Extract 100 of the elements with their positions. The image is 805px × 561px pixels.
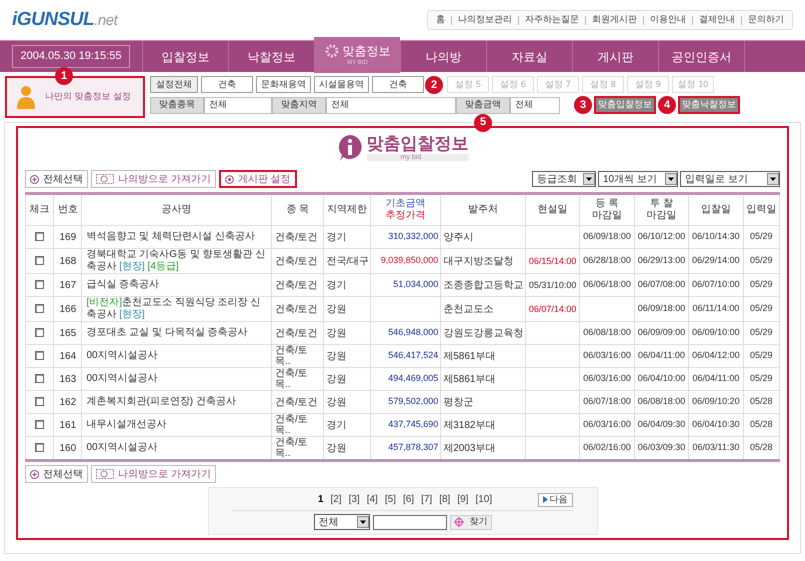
table-cell: 강원 bbox=[324, 296, 370, 322]
page-size-select[interactable]: 10개씩 보기 bbox=[598, 171, 678, 187]
amount-cell: 546,417,524 bbox=[370, 344, 441, 368]
datetime-display: 2004.05.30 19:15:55 bbox=[12, 45, 130, 68]
play-icon bbox=[542, 496, 548, 503]
site-logo[interactable]: iGUNSUL.net bbox=[12, 6, 118, 34]
filter-value-field[interactable]: 전체 bbox=[510, 96, 560, 114]
row-checkbox[interactable] bbox=[35, 420, 44, 430]
column-header: 발주처 bbox=[440, 194, 526, 226]
filter-label: 맞춤종목 bbox=[150, 96, 204, 114]
nav-tab[interactable]: 공인인증서 bbox=[658, 41, 744, 72]
nav-tab[interactable]: 나의방 bbox=[400, 41, 486, 72]
amount-cell: 310,332,000 bbox=[370, 226, 441, 248]
table-cell: 06/07/18:00 bbox=[580, 390, 634, 414]
grade-select[interactable]: 등급조회 bbox=[532, 171, 596, 187]
top-link[interactable]: 자주하는질문 bbox=[525, 13, 579, 27]
nav-tab[interactable]: 게시판 bbox=[572, 41, 658, 72]
view-button[interactable]: 맞춤낙찰정보 bbox=[678, 96, 740, 114]
table-cell: 06/08/18:00 bbox=[634, 390, 689, 414]
page-link[interactable]: [7] bbox=[421, 492, 432, 507]
project-name-link[interactable]: 00지역시설공사 bbox=[82, 344, 272, 368]
project-name-link[interactable]: 벽석음향고 및 체력단련시설 신축공사 bbox=[82, 226, 272, 248]
toolbar-button[interactable]: 게시판 설정 bbox=[218, 170, 297, 188]
search-scope-select[interactable]: 전체 bbox=[314, 514, 370, 530]
toolbar-button[interactable]: 나의방으로 가져가기 bbox=[91, 465, 216, 483]
setting-slot[interactable]: 문화재용역 bbox=[256, 76, 311, 93]
table-cell: 전국/대구 bbox=[324, 248, 370, 274]
filter-value-field[interactable]: 전체 bbox=[326, 96, 456, 114]
top-link[interactable]: 홈 bbox=[436, 13, 445, 27]
top-link[interactable]: 결제안내 bbox=[699, 13, 735, 27]
column-header: 기초금액 추정가격 bbox=[370, 194, 441, 226]
page-link[interactable]: [9] bbox=[457, 492, 468, 507]
filter-label: 맞춤지역 bbox=[272, 96, 326, 114]
row-checkbox[interactable] bbox=[35, 304, 44, 314]
project-name-link[interactable]: 경포대초 교실 및 다목적실 증축공사 bbox=[82, 322, 272, 344]
row-checkbox[interactable] bbox=[35, 443, 44, 452]
project-name-link[interactable]: [비전자]춘천교도소 직원식당 조리장 신축공사 [현장] bbox=[82, 296, 272, 322]
row-checkbox[interactable] bbox=[35, 374, 44, 384]
setting-slot[interactable]: 건축 bbox=[201, 76, 253, 93]
setting-slot[interactable]: 설정전체 bbox=[150, 76, 198, 93]
person-icon bbox=[15, 84, 37, 110]
search-field[interactable] bbox=[372, 514, 446, 530]
toolbar-button[interactable]: 나의방으로 가져가기 bbox=[91, 170, 216, 188]
page-link[interactable]: [2] bbox=[330, 492, 342, 507]
row-checkbox[interactable] bbox=[35, 328, 44, 338]
crosshair-icon bbox=[454, 517, 464, 527]
row-checkbox[interactable] bbox=[35, 232, 44, 242]
page-link[interactable]: [5] bbox=[384, 492, 396, 507]
toolbar-button[interactable]: 전체선택 bbox=[25, 465, 88, 483]
search-button[interactable]: 찾기 bbox=[450, 514, 492, 530]
table-cell: 05/28 bbox=[743, 390, 780, 414]
top-link[interactable]: 나의정보관리 bbox=[458, 13, 512, 27]
next-page-button[interactable]: 다음 bbox=[538, 492, 572, 506]
top-link[interactable]: 회원게시판 bbox=[592, 13, 637, 27]
table-cell: 05/29 bbox=[743, 248, 780, 274]
row-checkbox[interactable] bbox=[35, 256, 44, 266]
project-name-link[interactable]: 급식실 증축공사 bbox=[82, 274, 272, 296]
table-cell: 제3182부대 bbox=[440, 414, 526, 436]
site-visit-date: 05/31/10:00 bbox=[528, 280, 576, 290]
table-cell: 06/06/18:00 bbox=[580, 274, 634, 296]
table-cell: 06/07/10:00 bbox=[688, 274, 744, 296]
setting-slot[interactable]: 건축 bbox=[372, 76, 424, 93]
nav-tab[interactable]: 입찰정보 bbox=[142, 41, 228, 72]
amount-cell: 546,948,000 bbox=[370, 322, 441, 344]
page-link[interactable]: [4] bbox=[366, 492, 378, 507]
row-checkbox[interactable] bbox=[35, 351, 44, 360]
sort-select[interactable]: 입력일로 보기 bbox=[680, 171, 780, 187]
view-button[interactable]: 맞춤입찰정보 bbox=[594, 96, 656, 114]
setting-slot[interactable]: 시설물용역 bbox=[314, 76, 369, 93]
nav-tab[interactable]: 자료실 bbox=[486, 41, 572, 72]
filter-value-field[interactable]: 전체 bbox=[204, 96, 272, 114]
table-cell: 제2003부대 bbox=[440, 436, 526, 460]
table-cell: 제5861부대 bbox=[440, 368, 526, 390]
row-checkbox[interactable] bbox=[35, 397, 44, 406]
callout-number: 5 bbox=[474, 114, 492, 132]
page-link[interactable]: [8] bbox=[439, 492, 450, 507]
table-cell: 06/29/14:00 bbox=[688, 248, 744, 274]
project-name-link[interactable]: 내무시설개선공사 bbox=[82, 414, 272, 436]
table-cell: 건축/토건 bbox=[271, 226, 324, 248]
table-cell: 06/04/11:00 bbox=[688, 368, 744, 390]
top-link[interactable]: 이용안내 bbox=[650, 13, 686, 27]
table-cell: 05/29 bbox=[743, 296, 780, 322]
table-cell: 강원 bbox=[324, 322, 370, 344]
page-link[interactable]: [10] bbox=[475, 492, 492, 507]
project-name-link[interactable]: 00지역시설공사 bbox=[82, 368, 272, 390]
table-cell: 167 bbox=[54, 274, 82, 296]
top-link[interactable]: 문의하기 bbox=[748, 13, 784, 27]
site-visit-date: 06/07/14:00 bbox=[528, 304, 576, 314]
table-cell: 평창군 bbox=[440, 390, 526, 414]
table-cell: 06/04/10:00 bbox=[634, 368, 689, 390]
page-link[interactable]: 1 bbox=[318, 492, 324, 507]
table-cell: 강원도강릉교육청 bbox=[440, 322, 526, 344]
row-checkbox[interactable] bbox=[35, 280, 44, 290]
project-name-link[interactable]: 경북대학교 기숙사G동 및 향토생활관 신축공사 [현장] [4등급] bbox=[82, 248, 272, 274]
page-link[interactable]: [3] bbox=[348, 492, 360, 507]
amount-cell: 51,034,000 bbox=[370, 274, 441, 296]
page-link[interactable]: [6] bbox=[402, 492, 414, 507]
project-name-link[interactable]: 계촌복지회관(피로연장) 건축공사 bbox=[82, 390, 272, 414]
toolbar-button[interactable]: 전체선택 bbox=[25, 170, 88, 188]
plus-icon bbox=[30, 174, 39, 184]
